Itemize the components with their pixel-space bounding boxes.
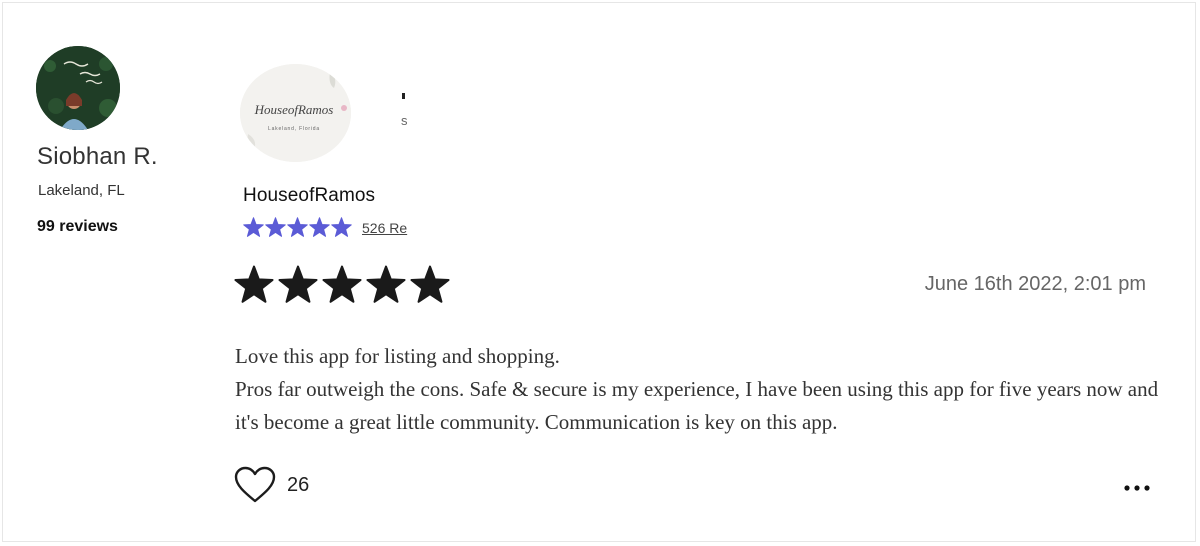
business-reviews-link[interactable]: 526 Re [362, 220, 410, 236]
star-icon [265, 217, 286, 237]
business-logo-image: HouseofRamos Lakeland, Florida [240, 64, 351, 162]
business-star-rating [243, 217, 352, 238]
star-icon [234, 265, 274, 303]
ellipsis-icon [1124, 485, 1150, 491]
review-date: June 16th 2022, 2:01 pm [924, 273, 1146, 295]
star-icon [410, 265, 450, 303]
reviewer-avatar[interactable] [36, 46, 120, 130]
business-rating: 526 Re [243, 217, 410, 238]
reviewer-review-count[interactable]: 99 reviews [37, 218, 118, 236]
more-options-button[interactable] [1121, 475, 1155, 501]
reviewer-name[interactable]: Siobhan R. [37, 143, 158, 171]
business-logo[interactable]: HouseofRamos Lakeland, Florida [240, 64, 351, 162]
star-icon [331, 217, 352, 237]
business-stats-truncated: s [399, 87, 413, 137]
star-icon [287, 217, 308, 237]
review-text: Love this app for listing and shopping. … [235, 340, 1175, 439]
heart-outline-icon [234, 466, 276, 503]
star-icon [278, 265, 318, 303]
business-name[interactable]: HouseofRamos [243, 185, 375, 207]
business-logo-text: HouseofRamos [254, 102, 334, 117]
star-icon [309, 217, 330, 237]
star-icon [243, 217, 264, 237]
review-text-line: Love this app for listing and shopping. [235, 344, 560, 368]
business-logo-subtext: Lakeland, Florida [268, 126, 320, 132]
like-count: 26 [287, 473, 310, 496]
avatar-image [36, 46, 120, 130]
star-icon [366, 265, 406, 303]
like-button[interactable]: 26 [234, 466, 309, 504]
star-icon [322, 265, 362, 303]
review-star-rating [234, 265, 450, 305]
review-text-line: Pros far outweigh the cons. Safe & secur… [235, 377, 1159, 434]
review-card: Siobhan R. Lakeland, FL 99 reviews House… [2, 2, 1196, 542]
reviewer-location: Lakeland, FL [38, 182, 125, 199]
